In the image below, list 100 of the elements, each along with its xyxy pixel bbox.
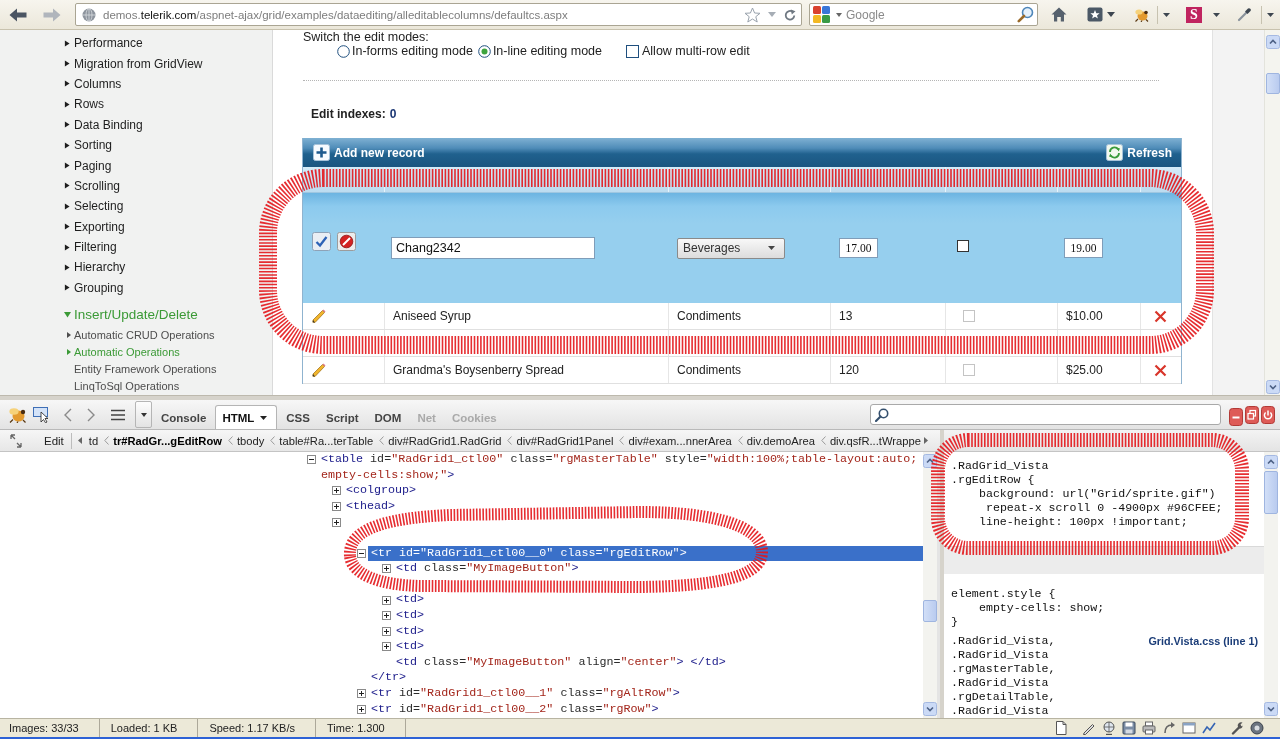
radio-button[interactable] xyxy=(337,44,350,58)
nav-link[interactable]: Selecting xyxy=(64,199,124,214)
pencil-icon[interactable] xyxy=(312,363,326,377)
wrench-icon[interactable] xyxy=(1230,721,1244,735)
breadcrumb-item[interactable]: div#RadGrid1.RadGrid xyxy=(388,434,502,447)
plus-box-icon[interactable] xyxy=(332,486,341,496)
html-markup-text[interactable]: empty-cells:show;"> xyxy=(321,467,455,484)
breadcrumb-item[interactable]: tbody xyxy=(236,434,265,447)
nav-sublink[interactable]: LinqToSql Operations xyxy=(74,379,180,392)
globe-icon[interactable] xyxy=(1102,721,1116,735)
triangle-icon[interactable] xyxy=(64,39,70,47)
home-icon[interactable] xyxy=(1051,7,1067,22)
html-markup-text[interactable]: <td class="MyImageButton"> xyxy=(396,561,579,577)
search-icon[interactable] xyxy=(1017,6,1034,23)
menu-icon[interactable] xyxy=(111,408,125,421)
css-declaration[interactable]: line-height: 100px !important; xyxy=(979,515,1188,528)
html-markup-text[interactable]: <tr id="RadGrid1_ctl00__1" class="rgAltRow"> xyxy=(371,685,680,702)
cancel-icon[interactable] xyxy=(337,231,356,251)
scroll-down-button[interactable] xyxy=(1265,380,1280,394)
reload-icon[interactable] xyxy=(784,8,796,21)
star-icon[interactable] xyxy=(744,6,761,23)
css-source-link[interactable]: Grid.Vista.css (line 1) xyxy=(1148,635,1258,647)
triangle-icon[interactable] xyxy=(64,141,70,149)
breadcrumb-item[interactable]: div.demoArea xyxy=(746,434,815,447)
caret-icon[interactable] xyxy=(1213,12,1220,17)
scrollbar[interactable] xyxy=(1264,30,1280,395)
html-markup-text[interactable]: <td> xyxy=(396,623,425,640)
dropdown-button[interactable] xyxy=(135,401,152,428)
eyedropper-icon[interactable] xyxy=(1237,7,1251,22)
nav-link[interactable]: Sorting xyxy=(64,138,113,153)
caret-icon[interactable] xyxy=(1107,12,1115,17)
selected-row-highlight[interactable]: <tr id="RadGrid1_ctl00__0" class="rgEditRow"> xyxy=(368,545,923,562)
four-squares-icon[interactable] xyxy=(813,6,830,23)
checkbox[interactable] xyxy=(957,240,969,252)
nav-link[interactable]: Scrolling xyxy=(64,178,121,193)
plus-box-icon[interactable] xyxy=(332,502,341,512)
css-declaration[interactable]: empty-cells: show; xyxy=(979,601,1105,614)
scroll-up-button[interactable] xyxy=(1265,35,1280,49)
address-bar[interactable]: demos.telerik.com/aspnet-ajax/grid/examples/dataediting/alleditablecolumns/defaultcs.aspx xyxy=(75,3,802,26)
triangle-icon[interactable] xyxy=(64,264,70,271)
scrollbar[interactable] xyxy=(923,452,937,718)
triangle-icon[interactable] xyxy=(64,60,70,68)
html-markup-text[interactable]: <thead> xyxy=(346,498,396,515)
nav-link[interactable]: Columns xyxy=(64,76,122,91)
radio-label[interactable]: In-line editing mode xyxy=(492,44,602,58)
edit-button[interactable]: Edit xyxy=(44,434,64,447)
panel-tab[interactable]: HTML xyxy=(215,405,278,429)
triangle-icon[interactable] xyxy=(64,121,70,129)
delete-icon[interactable] xyxy=(1154,309,1167,323)
triangle-icon[interactable] xyxy=(64,202,70,210)
disc-icon[interactable] xyxy=(1250,721,1264,735)
document-icon[interactable] xyxy=(1054,721,1068,735)
scroll-thumb[interactable] xyxy=(1264,471,1278,514)
caret-icon[interactable] xyxy=(1163,12,1170,17)
checkbox[interactable] xyxy=(626,44,639,58)
breadcrumb-item[interactable]: tr#RadGr...gEditRow xyxy=(113,434,222,447)
plus-box-icon[interactable] xyxy=(382,642,391,652)
scroll-right-icon[interactable] xyxy=(923,437,928,444)
plus-box-icon[interactable] xyxy=(382,626,391,636)
html-markup-text[interactable]: <td class="MyImageButton" align="center"> </td> xyxy=(396,654,726,671)
scroll-down-button[interactable] xyxy=(923,702,937,716)
checkbox-label[interactable]: Allow multi-row edit xyxy=(642,44,750,58)
bug-icon[interactable] xyxy=(8,406,27,423)
power-icon[interactable] xyxy=(1261,405,1275,424)
breadcrumb-item[interactable]: div.qsfR...tWrappe xyxy=(829,434,921,447)
plus-box-icon[interactable] xyxy=(382,611,391,621)
restore-icon[interactable] xyxy=(1245,405,1259,424)
minus-box-icon[interactable] xyxy=(307,455,316,465)
curved-arrow-icon[interactable] xyxy=(1162,721,1176,735)
html-markup-text[interactable]: </tr> xyxy=(371,670,407,686)
triangle-icon[interactable] xyxy=(67,331,71,338)
panel-tab[interactable]: DOM xyxy=(367,405,409,429)
triangle-icon[interactable] xyxy=(64,182,70,190)
caret-icon[interactable] xyxy=(836,13,842,17)
unit-price-field[interactable]: 19.00 xyxy=(1064,238,1103,258)
plus-box-icon[interactable] xyxy=(382,595,391,605)
html-markup-text[interactable]: <td> xyxy=(396,607,425,624)
panel-tab[interactable]: Script xyxy=(318,405,366,429)
checkmark-icon[interactable] xyxy=(312,231,331,251)
radio-label[interactable]: In-forms editing mode xyxy=(352,44,473,58)
line-chart-icon[interactable] xyxy=(1202,721,1216,735)
plus-box-icon[interactable] xyxy=(332,517,341,527)
cursor-over-box-icon[interactable] xyxy=(33,406,51,423)
nav-link[interactable]: Hierarchy xyxy=(64,260,126,275)
nav-link[interactable]: Migration from GridView xyxy=(64,56,203,71)
triangle-icon[interactable] xyxy=(64,223,70,231)
caret-icon[interactable] xyxy=(1267,12,1274,17)
pencil-icon[interactable] xyxy=(312,309,326,323)
nav-link[interactable]: Grouping xyxy=(64,280,124,295)
triangle-icon[interactable] xyxy=(64,162,70,170)
minus-box-icon[interactable] xyxy=(357,548,366,558)
extension-logo[interactable]: S xyxy=(1186,6,1202,23)
nav-sublink[interactable]: Entity Framework Operations xyxy=(74,362,217,375)
breadcrumb-item[interactable]: td xyxy=(88,434,99,447)
scroll-down-button[interactable] xyxy=(1264,702,1278,716)
nav-link[interactable]: Paging xyxy=(64,158,112,173)
printer-icon[interactable] xyxy=(1142,721,1156,735)
scroll-left-icon[interactable] xyxy=(77,437,82,444)
add-record-button[interactable]: Add new record xyxy=(313,144,425,161)
triangle-icon[interactable] xyxy=(64,243,70,251)
